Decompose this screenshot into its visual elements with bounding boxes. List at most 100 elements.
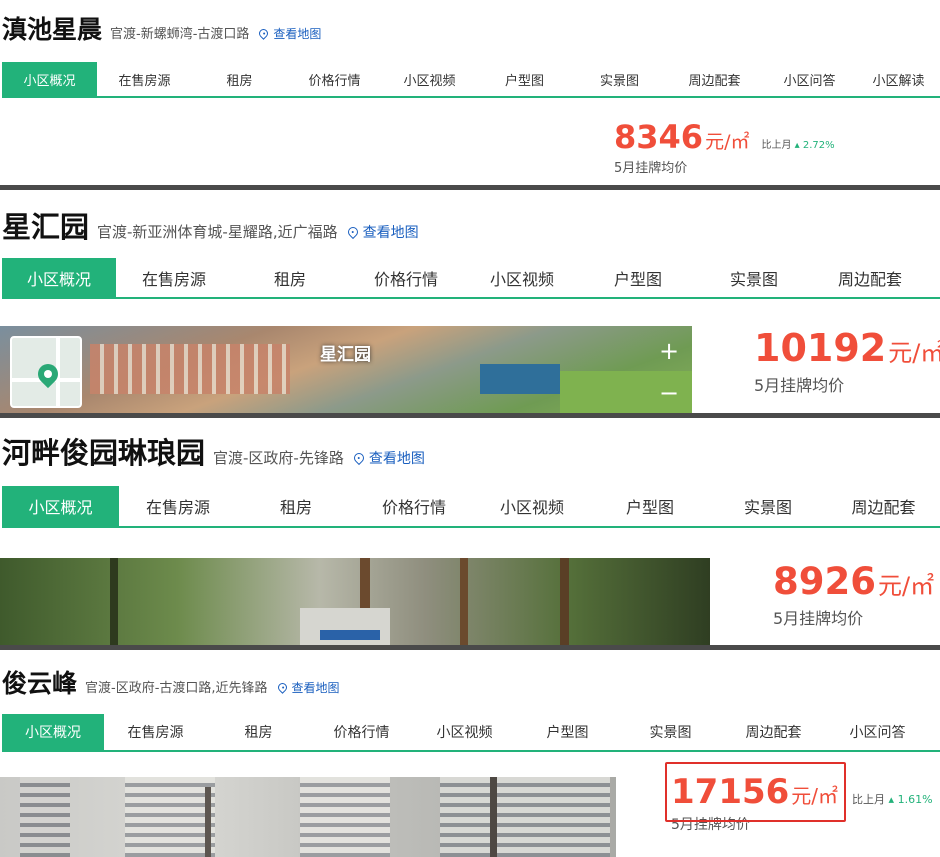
price-summary: 8926 元/㎡ 5月挂牌均价	[773, 560, 934, 629]
tab-rent[interactable]: 租房	[232, 258, 348, 297]
tab-surroundings[interactable]: 周边配套	[722, 714, 825, 750]
tab-surroundings[interactable]: 周边配套	[667, 62, 762, 96]
community-tabs: 小区概况 在售房源 租房 价格行情 小区视频 户型图 实景图 周边配套	[2, 258, 940, 299]
view-map-label: 查看地图	[291, 681, 340, 695]
price-unit: 元/㎡	[705, 131, 750, 153]
price-value: 10192	[754, 326, 887, 370]
location-pin-icon	[351, 450, 366, 466]
price-label: 5月挂牌均价	[773, 609, 864, 628]
zoom-in-icon[interactable]: +	[656, 338, 682, 364]
tab-overview[interactable]: 小区概况	[2, 714, 104, 750]
community-name: 滇池星晨	[2, 15, 103, 44]
tab-floor-plan[interactable]: 户型图	[591, 486, 709, 526]
view-map-label: 查看地图	[273, 27, 322, 41]
tab-video[interactable]: 小区视频	[413, 714, 516, 750]
tab-floor-plan[interactable]: 户型图	[477, 62, 572, 96]
price-label: 5月挂牌均价	[614, 161, 688, 176]
tab-video[interactable]: 小区视频	[464, 258, 580, 297]
tab-rent[interactable]: 租房	[207, 714, 310, 750]
zoom-out-icon[interactable]: −	[656, 380, 682, 406]
location-pin-icon	[257, 27, 271, 40]
aerial-photo[interactable]: 星汇园 + −	[0, 326, 692, 413]
location-pin-icon	[345, 224, 360, 240]
tab-floor-plan[interactable]: 户型图	[516, 714, 619, 750]
tab-photos[interactable]: 实景图	[696, 258, 812, 297]
photo-community-label: 星汇园	[320, 345, 371, 365]
community-panel-dianchi-xingchen: 滇池星晨 官渡-新螺蛳湾-古渡口路 查看地图 小区概况 在售房源 租房 价格行情…	[0, 0, 940, 185]
building-block	[480, 364, 560, 394]
tab-overview[interactable]: 小区概况	[2, 62, 97, 96]
community-name: 俊云峰	[2, 669, 78, 698]
tab-overview[interactable]: 小区概况	[2, 486, 119, 526]
blue-sign	[320, 630, 380, 640]
tab-surroundings[interactable]: 周边配套	[827, 486, 940, 526]
tab-for-sale[interactable]: 在售房源	[116, 258, 232, 297]
view-map-label: 查看地图	[368, 451, 425, 467]
tree-trunk	[460, 558, 468, 645]
average-price: 8346 元/㎡ 比上月 ▴ 2.72%	[614, 118, 835, 156]
community-address: 官渡-新亚洲体育城-星耀路,近广福路	[97, 223, 338, 241]
compare-value: 1.61%	[897, 793, 933, 806]
community-address: 官渡-新螺蛳湾-古渡口路	[110, 27, 250, 42]
tab-qa[interactable]: 小区问答	[825, 714, 930, 750]
building-block	[90, 344, 290, 394]
mini-map[interactable]	[10, 336, 82, 408]
month-compare: 比上月 ▴ 1.61%	[852, 791, 932, 807]
tab-photos[interactable]: 实景图	[709, 486, 827, 526]
community-panel-junyunfeng: 俊云峰 官渡-区政府-古渡口路,近先锋路 查看地图 小区概况 在售房源 租房 价…	[0, 650, 940, 857]
trend-up-icon: ▴	[794, 140, 800, 151]
community-header: 星汇园 官渡-新亚洲体育城-星耀路,近广福路 查看地图	[2, 204, 419, 246]
community-address: 官渡-区政府-古渡口路,近先锋路	[85, 681, 268, 696]
tower-building	[125, 777, 215, 857]
tab-overview[interactable]: 小区概况	[2, 258, 116, 297]
tower-building	[20, 777, 70, 857]
price-highlight-box	[665, 762, 846, 822]
community-name: 星汇园	[2, 210, 90, 244]
tab-for-sale[interactable]: 在售房源	[119, 486, 237, 526]
tab-rent[interactable]: 租房	[237, 486, 355, 526]
tab-qa[interactable]: 小区问答	[762, 62, 857, 96]
community-header: 俊云峰 官渡-区政府-古渡口路,近先锋路 查看地图	[2, 664, 340, 700]
price-value: 8346	[614, 118, 704, 156]
month-compare: 比上月 ▴ 2.72%	[761, 136, 834, 151]
community-header: 河畔俊园琳琅园 官渡-区政府-先锋路 查看地图	[2, 430, 425, 472]
tab-photos[interactable]: 实景图	[572, 62, 667, 96]
tower-building	[300, 777, 390, 857]
price-label: 5月挂牌均价	[754, 376, 845, 395]
tab-price-trend[interactable]: 价格行情	[287, 62, 382, 96]
tab-rent[interactable]: 租房	[192, 62, 287, 96]
tab-for-sale[interactable]: 在售房源	[104, 714, 207, 750]
tab-video[interactable]: 小区视频	[382, 62, 477, 96]
view-map-link[interactable]: 查看地图	[351, 448, 425, 468]
tab-floor-plan[interactable]: 户型图	[580, 258, 696, 297]
view-map-link[interactable]: 查看地图	[345, 222, 419, 242]
price-unit: 元/㎡	[877, 572, 935, 600]
tree-trunk	[560, 558, 569, 645]
price-summary: 10192 元/㎡ 5月挂牌均价	[754, 326, 940, 396]
tab-photos[interactable]: 实景图	[619, 714, 722, 750]
tab-price-trend[interactable]: 价格行情	[348, 258, 464, 297]
trend-up-icon: ▴	[888, 793, 895, 806]
community-photo[interactable]	[0, 558, 710, 645]
community-photo[interactable]	[0, 777, 616, 857]
tab-for-sale[interactable]: 在售房源	[97, 62, 192, 96]
bare-tree	[490, 777, 497, 857]
tab-price-trend[interactable]: 价格行情	[355, 486, 473, 526]
location-pin-icon	[275, 681, 289, 694]
community-tabs: 小区概况 在售房源 租房 价格行情 小区视频 户型图 实景图 周边配套	[2, 486, 940, 528]
view-map-label: 查看地图	[362, 225, 419, 241]
price-unit: 元/㎡	[888, 339, 940, 367]
bare-tree	[205, 787, 211, 857]
community-panel-hepan-junyuan: 河畔俊园琳琅园 官渡-区政府-先锋路 查看地图 小区概况 在售房源 租房 价格行…	[0, 418, 940, 645]
tab-analysis[interactable]: 小区解读	[857, 62, 940, 96]
tab-surroundings[interactable]: 周边配套	[812, 258, 928, 297]
compare-value: 2.72%	[802, 140, 835, 151]
tab-video[interactable]: 小区视频	[473, 486, 591, 526]
view-map-link[interactable]: 查看地图	[257, 25, 322, 42]
tower-building	[440, 777, 610, 857]
view-map-link[interactable]: 查看地图	[275, 679, 340, 696]
compare-label: 比上月	[852, 793, 886, 806]
price-value: 8926	[773, 560, 876, 603]
tab-price-trend[interactable]: 价格行情	[310, 714, 413, 750]
tree-trunk	[110, 558, 118, 645]
